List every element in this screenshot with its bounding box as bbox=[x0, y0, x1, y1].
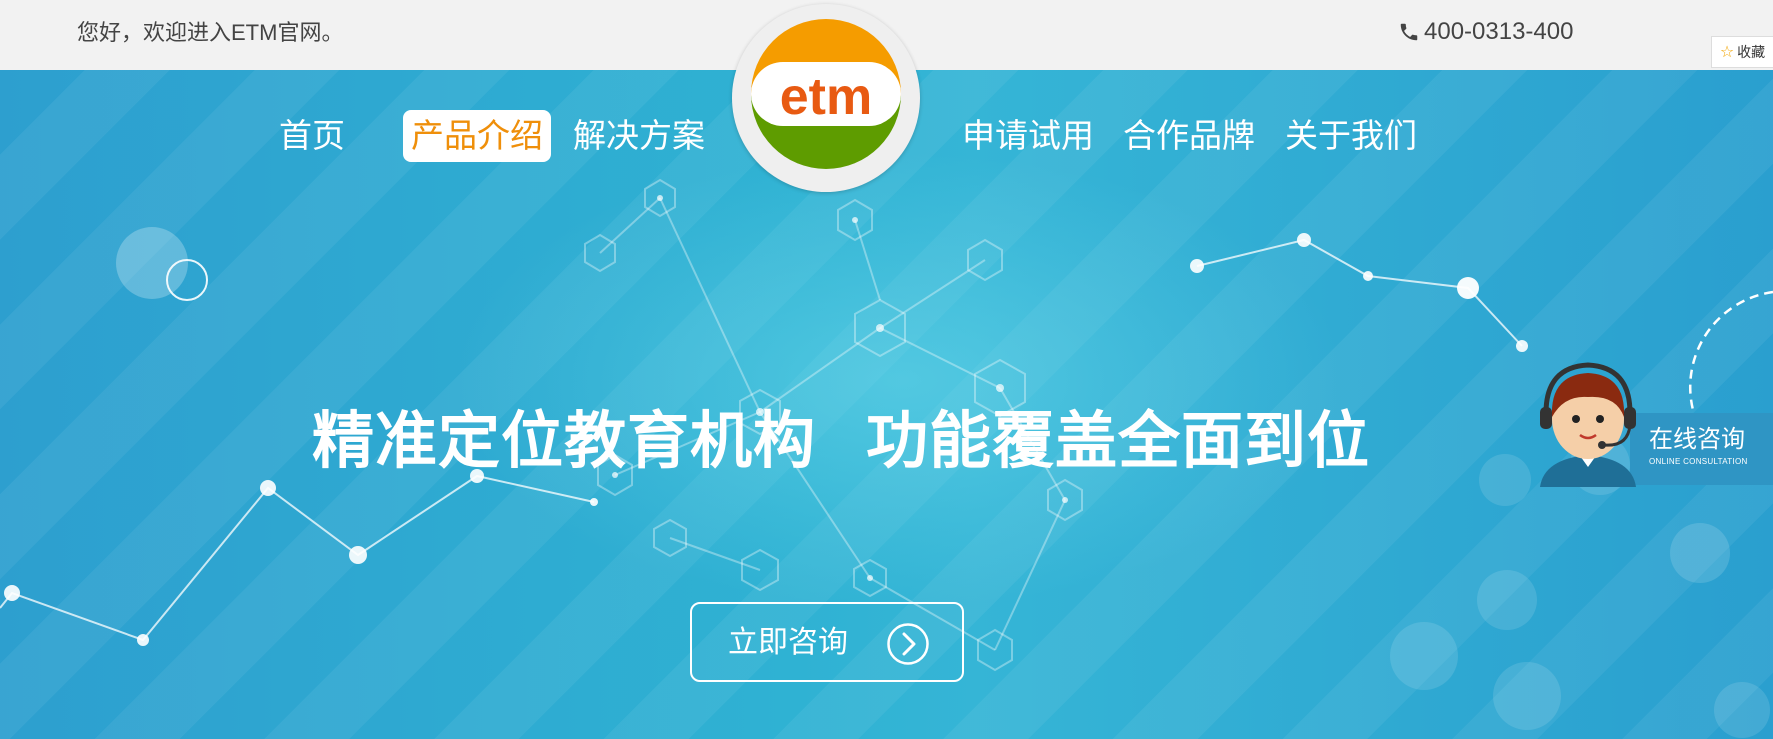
favorite-label: 收藏 bbox=[1737, 44, 1766, 60]
headline-left: 精准定位教育机构 bbox=[312, 407, 817, 476]
nav-item-products[interactable]: 产品介绍 bbox=[403, 110, 551, 162]
nav-item-trial[interactable]: 申请试用 bbox=[954, 110, 1102, 162]
nav-item-partners[interactable]: 合作品牌 bbox=[1115, 110, 1263, 162]
logo-text: etm bbox=[780, 68, 872, 126]
favorite-button[interactable]: ☆ 收藏 bbox=[1711, 36, 1773, 68]
support-subtitle: ONLINE CONSULTATION bbox=[1649, 457, 1748, 466]
cta-label: 立即咨询 bbox=[728, 626, 848, 659]
nav-item-home[interactable]: 首页 bbox=[271, 110, 353, 162]
chevron-right-circle-icon bbox=[887, 623, 929, 665]
logo-emblem: etm bbox=[751, 19, 901, 169]
nav-item-about[interactable]: 关于我们 bbox=[1277, 110, 1425, 162]
consult-now-button[interactable]: 立即咨询 bbox=[690, 602, 964, 682]
headline-right: 功能覆盖全面到位 bbox=[866, 407, 1371, 476]
nav-item-solutions[interactable]: 解决方案 bbox=[565, 110, 713, 162]
customer-service-avatar-icon bbox=[1540, 362, 1636, 487]
phone-number: 400-0313-400 bbox=[1398, 16, 1573, 48]
online-consultation-widget[interactable]: 在线咨询 ONLINE CONSULTATION bbox=[1530, 355, 1773, 487]
support-title: 在线咨询 bbox=[1649, 426, 1745, 453]
phone-text: 400-0313-400 bbox=[1424, 18, 1574, 45]
star-icon: ☆ bbox=[1719, 44, 1735, 61]
phone-icon bbox=[1400, 23, 1418, 41]
etm-logo[interactable]: etm bbox=[732, 4, 920, 192]
welcome-text: 您好，欢迎进入ETM官网。 bbox=[77, 20, 344, 45]
